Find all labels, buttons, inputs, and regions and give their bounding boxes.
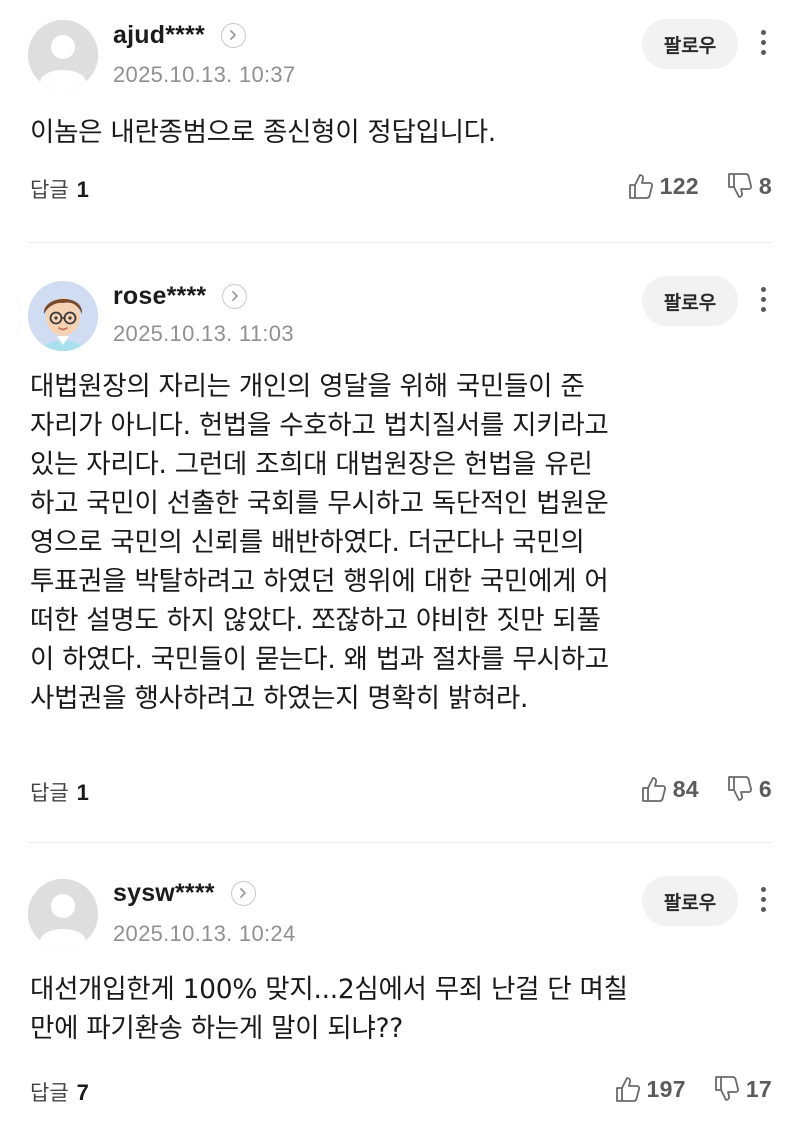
username[interactable]: ajud**** (113, 21, 205, 50)
thumbs-up-icon (628, 172, 654, 200)
comment-line: 투표권을 박탈하려고 하였던 행위에 대한 국민에게 어 (30, 566, 609, 597)
like-count: 197 (646, 1075, 686, 1102)
comment-body: 대선개입한게 100% 맞지...2심에서 무죄 난걸 단 며칠 만에 파기환송… (30, 970, 770, 1048)
reply-label: 답글 (30, 1081, 69, 1105)
chevron-right-icon[interactable] (222, 283, 248, 309)
follow-button[interactable]: 팔로우 (642, 19, 738, 69)
thumbs-up-icon (641, 775, 667, 803)
default-avatar-icon (28, 879, 98, 949)
reply-label: 답글 (30, 781, 69, 805)
avatar[interactable] (28, 879, 98, 949)
avatar[interactable] (28, 20, 98, 90)
comment-line: 하고 국민이 선출한 국회를 무시하고 독단적인 법원운 (30, 488, 609, 519)
comment-line: 만에 파기환송 하는게 말이 되냐?? (30, 1013, 404, 1044)
comment-body: 대법원장의 자리는 개인의 영달을 위해 국민들이 준 자리가 아니다. 헌법을… (30, 367, 770, 718)
vote-group: 197 17 (615, 1075, 772, 1103)
more-vertical-icon[interactable] (752, 279, 774, 319)
comment-line: 이 하였다. 국민들이 묻는다. 왜 법과 절차를 무시하고 (30, 644, 609, 675)
dislike-button[interactable]: 6 (727, 775, 772, 803)
comment-line: 대선개입한게 100% 맞지...2심에서 무죄 난걸 단 며칠 (30, 974, 628, 1005)
like-count: 122 (659, 172, 699, 199)
more-vertical-icon[interactable] (752, 22, 774, 62)
like-button[interactable]: 122 (628, 172, 699, 200)
follow-button[interactable]: 팔로우 (642, 876, 738, 926)
reply-button[interactable]: 답글 1 (30, 174, 89, 204)
comment-line: 영으로 국민의 신뢰를 배반하였다. 더군다나 국민의 (30, 527, 585, 558)
reply-button[interactable]: 답글 1 (30, 777, 89, 807)
reply-count: 1 (76, 177, 89, 202)
timestamp: 2025.10.13. 10:37 (113, 62, 296, 87)
avatar[interactable] (28, 281, 98, 351)
thumbs-down-icon (727, 172, 753, 200)
username[interactable]: rose**** (113, 282, 206, 311)
default-avatar-icon (28, 20, 98, 90)
thumbs-down-icon (714, 1075, 740, 1103)
username-row[interactable]: ajud**** (113, 18, 246, 52)
comment-line: 있는 자리다. 그런데 조희대 대법원장은 헌법을 유린 (30, 449, 593, 480)
dislike-count: 6 (758, 775, 772, 802)
follow-button[interactable]: 팔로우 (642, 276, 738, 326)
comment-line: 대법원장의 자리는 개인의 영달을 위해 국민들이 준 (30, 371, 585, 402)
dislike-button[interactable]: 17 (714, 1075, 772, 1103)
timestamp: 2025.10.13. 11:03 (113, 321, 294, 346)
chevron-right-icon[interactable] (220, 22, 246, 48)
reply-count: 7 (76, 1080, 89, 1105)
chevron-right-icon[interactable] (230, 880, 256, 906)
reply-button[interactable]: 답글 7 (30, 1077, 89, 1107)
comment-line: 떠한 설명도 하지 않았다. 쪼잖하고 야비한 짓만 되풀 (30, 605, 601, 636)
comment-item: rose**** 2025.10.13. 11:03 팔로우 대법원장의 자리는… (0, 243, 800, 843)
like-count: 84 (672, 775, 699, 802)
vote-group: 122 8 (628, 172, 772, 200)
thumbs-down-icon (727, 775, 753, 803)
username[interactable]: sysw**** (113, 879, 215, 908)
comment-line: 자리가 아니다. 헌법을 수호하고 법치질서를 지키라고 (30, 410, 609, 441)
more-vertical-icon[interactable] (752, 879, 774, 919)
thumbs-up-icon (615, 1075, 641, 1103)
timestamp: 2025.10.13. 10:24 (113, 921, 296, 946)
dislike-count: 17 (745, 1075, 772, 1102)
comment-line: 사법권을 행사하려고 하였는지 명확히 밝혀라. (30, 683, 529, 714)
character-avatar-icon (28, 281, 98, 351)
comment-item: ajud**** 2025.10.13. 10:37 팔로우 이놈은 내란종범으… (0, 0, 800, 243)
reply-count: 1 (76, 780, 89, 805)
dislike-button[interactable]: 8 (727, 172, 772, 200)
comment-item: sysw**** 2025.10.13. 10:24 팔로우 대선개입한게 10… (0, 843, 800, 1148)
reply-label: 답글 (30, 178, 69, 202)
username-row[interactable]: rose**** (113, 279, 248, 313)
dislike-count: 8 (758, 172, 772, 199)
like-button[interactable]: 84 (641, 775, 699, 803)
comment-body: 이놈은 내란종범으로 종신형이 정답입니다. (30, 117, 496, 148)
like-button[interactable]: 197 (615, 1075, 686, 1103)
vote-group: 84 6 (641, 775, 772, 803)
username-row[interactable]: sysw**** (113, 876, 256, 910)
